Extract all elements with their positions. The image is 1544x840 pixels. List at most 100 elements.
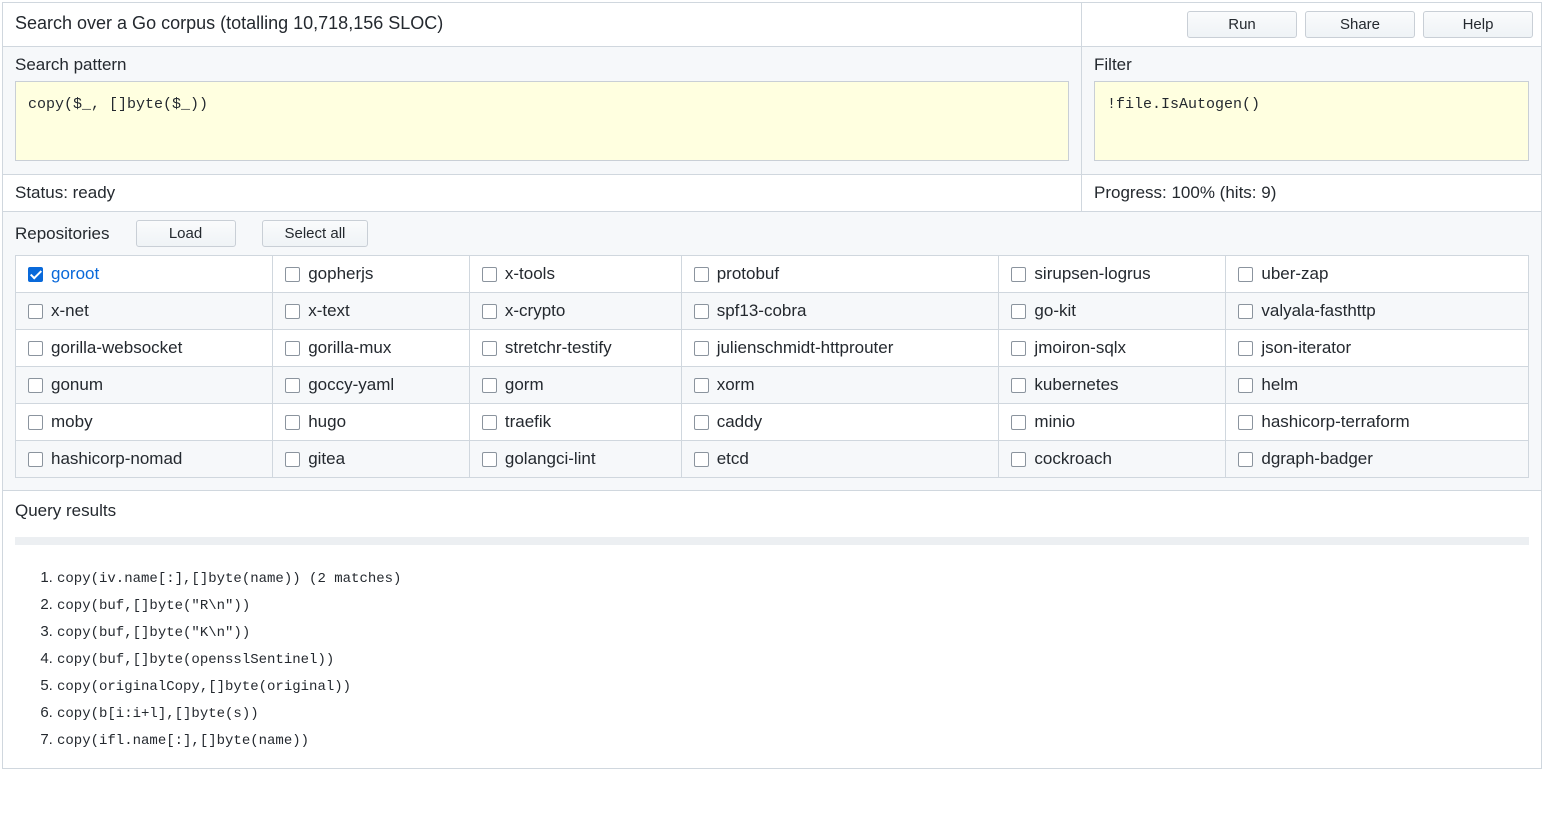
repo-label-x-net[interactable]: x-net xyxy=(51,301,89,321)
repo-checkbox-hugo[interactable] xyxy=(285,415,300,430)
repo-label-gorilla-mux[interactable]: gorilla-mux xyxy=(308,338,391,358)
repo-label-json-iterator[interactable]: json-iterator xyxy=(1261,338,1351,358)
repo-label-protobuf[interactable]: protobuf xyxy=(717,264,779,284)
repo-checkbox-golangci-lint[interactable] xyxy=(482,452,497,467)
repo-checkbox-x-tools[interactable] xyxy=(482,267,497,282)
results-list: copy(iv.name[:],[]byte(name)) (2 matches… xyxy=(15,569,1529,749)
repo-label-minio[interactable]: minio xyxy=(1034,412,1075,432)
result-item[interactable]: copy(iv.name[:],[]byte(name)) (2 matches… xyxy=(57,569,1529,587)
repo-checkbox-xorm[interactable] xyxy=(694,378,709,393)
result-item[interactable]: copy(buf,[]byte(opensslSentinel)) xyxy=(57,650,1529,668)
repo-checkbox-valyala-fasthttp[interactable] xyxy=(1238,304,1253,319)
repo-label-gopherjs[interactable]: gopherjs xyxy=(308,264,373,284)
repo-label-go-kit[interactable]: go-kit xyxy=(1034,301,1076,321)
repo-checkbox-sirupsen-logrus[interactable] xyxy=(1011,267,1026,282)
repo-label-x-tools[interactable]: x-tools xyxy=(505,264,555,284)
repo-checkbox-etcd[interactable] xyxy=(694,452,709,467)
app-container: Search over a Go corpus (totalling 10,71… xyxy=(2,2,1542,769)
repo-cell: cockroach xyxy=(999,441,1226,478)
repo-label-hugo[interactable]: hugo xyxy=(308,412,346,432)
select-all-button[interactable]: Select all xyxy=(262,220,369,247)
repo-cell: gonum xyxy=(16,367,273,404)
repo-checkbox-gopherjs[interactable] xyxy=(285,267,300,282)
repo-checkbox-dgraph-badger[interactable] xyxy=(1238,452,1253,467)
help-button[interactable]: Help xyxy=(1423,11,1533,38)
repo-checkbox-protobuf[interactable] xyxy=(694,267,709,282)
repo-checkbox-x-text[interactable] xyxy=(285,304,300,319)
repo-link-goroot[interactable]: goroot xyxy=(51,264,99,284)
repo-checkbox-minio[interactable] xyxy=(1011,415,1026,430)
repo-label-spf13-cobra[interactable]: spf13-cobra xyxy=(717,301,807,321)
repo-label-x-crypto[interactable]: x-crypto xyxy=(505,301,565,321)
search-pattern-input[interactable] xyxy=(15,81,1069,161)
repo-label-stretchr-testify[interactable]: stretchr-testify xyxy=(505,338,612,358)
repo-checkbox-helm[interactable] xyxy=(1238,378,1253,393)
repo-label-hashicorp-nomad[interactable]: hashicorp-nomad xyxy=(51,449,182,469)
repo-checkbox-julienschmidt-httprouter[interactable] xyxy=(694,341,709,356)
repo-label-gonum[interactable]: gonum xyxy=(51,375,103,395)
repo-label-golangci-lint[interactable]: golangci-lint xyxy=(505,449,596,469)
repo-checkbox-x-net[interactable] xyxy=(28,304,43,319)
table-row: hashicorp-nomad gitea golangci-lint etcd coc… xyxy=(16,441,1529,478)
repo-checkbox-gonum[interactable] xyxy=(28,378,43,393)
repo-checkbox-hashicorp-terraform[interactable] xyxy=(1238,415,1253,430)
repo-label-hashicorp-terraform[interactable]: hashicorp-terraform xyxy=(1261,412,1409,432)
load-button[interactable]: Load xyxy=(136,220,236,247)
repo-label-goccy-yaml[interactable]: goccy-yaml xyxy=(308,375,394,395)
repo-checkbox-go-kit[interactable] xyxy=(1011,304,1026,319)
repo-label-traefik[interactable]: traefik xyxy=(505,412,551,432)
repo-cell: traefik xyxy=(469,404,681,441)
repo-label-uber-zap[interactable]: uber-zap xyxy=(1261,264,1328,284)
repo-label-x-text[interactable]: x-text xyxy=(308,301,350,321)
repo-checkbox-spf13-cobra[interactable] xyxy=(694,304,709,319)
result-item[interactable]: copy(originalCopy,[]byte(original)) xyxy=(57,677,1529,695)
repo-checkbox-gorilla-websocket[interactable] xyxy=(28,341,43,356)
repo-checkbox-x-crypto[interactable] xyxy=(482,304,497,319)
result-code: copy(originalCopy,[]byte(original)) xyxy=(57,679,351,695)
repo-cell: gorm xyxy=(469,367,681,404)
repo-checkbox-cockroach[interactable] xyxy=(1011,452,1026,467)
repo-checkbox-moby[interactable] xyxy=(28,415,43,430)
repo-checkbox-caddy[interactable] xyxy=(694,415,709,430)
repo-checkbox-gorilla-mux[interactable] xyxy=(285,341,300,356)
repo-cell: moby xyxy=(16,404,273,441)
repo-cell: goccy-yaml xyxy=(273,367,470,404)
repo-checkbox-jmoiron-sqlx[interactable] xyxy=(1011,341,1026,356)
result-item[interactable]: copy(buf,[]byte("R\n")) xyxy=(57,596,1529,614)
repo-label-jmoiron-sqlx[interactable]: jmoiron-sqlx xyxy=(1034,338,1126,358)
result-item[interactable]: copy(ifl.name[:],[]byte(name)) xyxy=(57,731,1529,749)
repo-checkbox-stretchr-testify[interactable] xyxy=(482,341,497,356)
repo-checkbox-gitea[interactable] xyxy=(285,452,300,467)
repo-label-cockroach[interactable]: cockroach xyxy=(1034,449,1111,469)
repo-checkbox-goccy-yaml[interactable] xyxy=(285,378,300,393)
repo-label-caddy[interactable]: caddy xyxy=(717,412,762,432)
repo-checkbox-uber-zap[interactable] xyxy=(1238,267,1253,282)
results-title: Query results xyxy=(15,501,1529,521)
repo-label-helm[interactable]: helm xyxy=(1261,375,1298,395)
filter-input[interactable] xyxy=(1094,81,1529,161)
repo-cell: gopherjs xyxy=(273,256,470,293)
share-button[interactable]: Share xyxy=(1305,11,1415,38)
repo-label-valyala-fasthttp[interactable]: valyala-fasthttp xyxy=(1261,301,1375,321)
result-item[interactable]: copy(b[i:i+l],[]byte(s)) xyxy=(57,704,1529,722)
repo-cell: etcd xyxy=(681,441,999,478)
repo-label-etcd[interactable]: etcd xyxy=(717,449,749,469)
repo-checkbox-traefik[interactable] xyxy=(482,415,497,430)
repo-checkbox-goroot[interactable] xyxy=(28,267,43,282)
repo-label-sirupsen-logrus[interactable]: sirupsen-logrus xyxy=(1034,264,1150,284)
repo-label-xorm[interactable]: xorm xyxy=(717,375,755,395)
repo-label-dgraph-badger[interactable]: dgraph-badger xyxy=(1261,449,1373,469)
repo-label-moby[interactable]: moby xyxy=(51,412,93,432)
result-item[interactable]: copy(buf,[]byte("K\n")) xyxy=(57,623,1529,641)
run-button[interactable]: Run xyxy=(1187,11,1297,38)
repos-section: Repositories Load Select all gorootgophe… xyxy=(3,212,1541,491)
repo-label-kubernetes[interactable]: kubernetes xyxy=(1034,375,1118,395)
repo-checkbox-kubernetes[interactable] xyxy=(1011,378,1026,393)
repo-label-gitea[interactable]: gitea xyxy=(308,449,345,469)
repo-label-gorilla-websocket[interactable]: gorilla-websocket xyxy=(51,338,182,358)
repo-label-julienschmidt-httprouter[interactable]: julienschmidt-httprouter xyxy=(717,338,894,358)
repo-label-gorm[interactable]: gorm xyxy=(505,375,544,395)
repo-checkbox-json-iterator[interactable] xyxy=(1238,341,1253,356)
repo-checkbox-hashicorp-nomad[interactable] xyxy=(28,452,43,467)
repo-checkbox-gorm[interactable] xyxy=(482,378,497,393)
